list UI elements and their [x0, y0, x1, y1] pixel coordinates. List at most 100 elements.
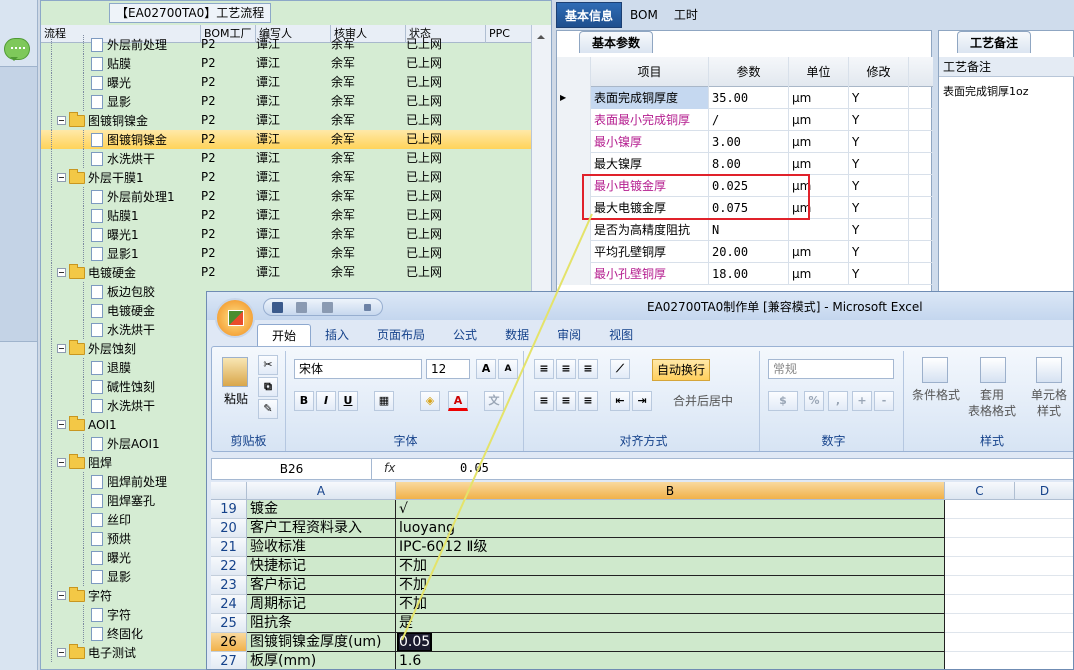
cell-a[interactable]: 板厚(mm) [247, 652, 396, 669]
row-number[interactable]: 26 [211, 633, 247, 652]
decrease-decimal-icon[interactable]: - [874, 391, 894, 411]
tab-bom[interactable]: BOM [622, 2, 666, 28]
bold-button[interactable]: B [294, 391, 314, 411]
tree-node[interactable]: 预烘 [41, 529, 201, 548]
param-modify[interactable]: Y [849, 153, 909, 175]
row-number[interactable]: 25 [211, 614, 247, 633]
cell-a[interactable]: 阻抗条 [247, 614, 396, 633]
scroll-up-arrow-icon[interactable] [537, 31, 545, 39]
tree-node[interactable]: 终固化 [41, 624, 201, 643]
align-bottom-icon[interactable]: ≡ [578, 359, 598, 379]
format-painter-icon[interactable]: ✎ [258, 399, 278, 419]
params-col-modify[interactable]: 修改 [849, 57, 909, 87]
tree-node[interactable]: 阻焊塞孔 [41, 491, 201, 510]
cell-c[interactable] [945, 557, 1073, 576]
column-header-a[interactable]: A [247, 482, 396, 500]
collapse-icon[interactable] [57, 173, 66, 182]
tree-row[interactable]: 外层前处理 P2 谭江 余军 已上网 [41, 35, 541, 54]
ribbon-tab-data[interactable]: 数据 [491, 324, 543, 346]
align-left-icon[interactable]: ≡ [534, 391, 554, 411]
collapse-icon[interactable] [57, 458, 66, 467]
cell-b[interactable]: √ [396, 500, 945, 519]
tree-row[interactable]: 图镀铜镍金 P2 谭江 余军 已上网 [41, 130, 541, 149]
format-as-table-line1[interactable]: 套用 [964, 387, 1020, 403]
align-middle-icon[interactable]: ≡ [556, 359, 576, 379]
cut-icon[interactable]: ✂ [258, 355, 278, 375]
formula-input[interactable]: 0.05 [460, 461, 489, 475]
align-top-icon[interactable]: ≡ [534, 359, 554, 379]
param-modify[interactable]: Y [849, 131, 909, 153]
param-value-cell[interactable]: 18.00 [709, 263, 789, 285]
tree-node[interactable]: 贴膜 [41, 54, 201, 73]
tree-scrollbar[interactable] [531, 25, 551, 300]
insert-function-button[interactable]: fx [384, 461, 395, 475]
tree-row[interactable]: 水洗烘干 P2 谭江 余军 已上网 [41, 149, 541, 168]
cell-b[interactable]: 是 [396, 614, 945, 633]
comma-icon[interactable]: , [828, 391, 848, 411]
tree-row[interactable]: 电镀硬金 P2 谭江 余军 已上网 [41, 263, 541, 282]
format-as-table-icon[interactable] [980, 357, 1006, 383]
cell-a[interactable]: 周期标记 [247, 595, 396, 614]
currency-icon[interactable]: $ [768, 391, 798, 411]
tree-row[interactable]: 显影1 P2 谭江 余军 已上网 [41, 244, 541, 263]
tree-row[interactable]: 曝光 P2 谭江 余军 已上网 [41, 73, 541, 92]
tree-node[interactable]: 电子测试 [41, 643, 201, 662]
tab-work-hours[interactable]: 工时 [666, 2, 706, 28]
ribbon-tab-home[interactable]: 开始 [257, 324, 312, 346]
tree-node[interactable]: 水洗烘干 [41, 149, 201, 168]
tree-node[interactable]: 水洗烘干 [41, 396, 201, 415]
tree-node[interactable]: 显影 [41, 567, 201, 586]
tree-node[interactable]: 图镀铜镍金 [41, 130, 201, 149]
param-value-cell[interactable]: 35.00 [709, 87, 789, 109]
param-row[interactable]: ▶ 表面完成铜厚度 35.00 μm Y [557, 87, 933, 109]
chat-bubble-icon[interactable] [4, 38, 30, 61]
tree-node[interactable]: 外层前处理1 [41, 187, 201, 206]
decrease-indent-icon[interactable]: ⇤ [610, 391, 630, 411]
collapse-icon[interactable] [57, 591, 66, 600]
format-as-table-line2[interactable]: 表格格式 [964, 403, 1020, 419]
tree-node[interactable]: 阻焊 [41, 453, 201, 472]
cell-b[interactable]: 不加 [396, 595, 945, 614]
tree-node[interactable]: 曝光1 [41, 225, 201, 244]
paste-button[interactable]: 粘贴 [218, 391, 254, 407]
tree-node[interactable]: AOI1 [41, 415, 201, 434]
cell-a[interactable]: 客户标记 [247, 576, 396, 595]
copy-icon[interactable]: ⧉ [258, 377, 278, 397]
cell-c[interactable] [945, 538, 1073, 557]
param-value-cell[interactable]: 8.00 [709, 153, 789, 175]
row-number[interactable]: 24 [211, 595, 247, 614]
collapse-icon[interactable] [57, 648, 66, 657]
border-icon[interactable]: ▦ [374, 391, 394, 411]
tree-node[interactable]: 外层AOI1 [41, 434, 201, 453]
tree-node[interactable]: 显影 [41, 92, 201, 111]
cell-b[interactable]: 1.6 [396, 652, 945, 669]
ribbon-tab-view[interactable]: 视图 [595, 324, 647, 346]
cell-c[interactable] [945, 500, 1073, 519]
param-modify[interactable]: Y [849, 87, 909, 109]
tree-node[interactable]: 阻焊前处理 [41, 472, 201, 491]
tree-row[interactable]: 贴膜 P2 谭江 余军 已上网 [41, 54, 541, 73]
param-row[interactable]: 最小孔壁铜厚 18.00 μm Y [557, 263, 933, 285]
cell-c[interactable] [945, 519, 1073, 538]
cell-b[interactable]: 不加 [396, 576, 945, 595]
redo-icon[interactable] [322, 302, 333, 313]
tree-row[interactable]: 曝光1 P2 谭江 余军 已上网 [41, 225, 541, 244]
customize-toolbar-icon[interactable] [364, 304, 371, 311]
tree-node[interactable]: 外层干膜1 [41, 168, 201, 187]
orientation-icon[interactable]: ⟋ [610, 359, 630, 379]
cell-a[interactable]: 验收标准 [247, 538, 396, 557]
tree-node[interactable]: 贴膜1 [41, 206, 201, 225]
ribbon-tab-page-layout[interactable]: 页面布局 [363, 324, 439, 346]
save-icon[interactable] [272, 302, 283, 313]
cell-a[interactable]: 图镀铜镍金厚度(um) [247, 633, 396, 652]
underline-button[interactable]: U [338, 391, 358, 411]
italic-button[interactable]: I [316, 391, 336, 411]
param-modify[interactable]: Y [849, 175, 909, 197]
column-header-c[interactable]: C [945, 482, 1015, 500]
tree-node[interactable]: 字符 [41, 605, 201, 624]
tree-node[interactable]: 水洗烘干 [41, 320, 201, 339]
column-header-b[interactable]: B [396, 482, 945, 500]
tree-node[interactable]: 显影1 [41, 244, 201, 263]
param-modify[interactable]: Y [849, 109, 909, 131]
tree-node[interactable]: 退膜 [41, 358, 201, 377]
